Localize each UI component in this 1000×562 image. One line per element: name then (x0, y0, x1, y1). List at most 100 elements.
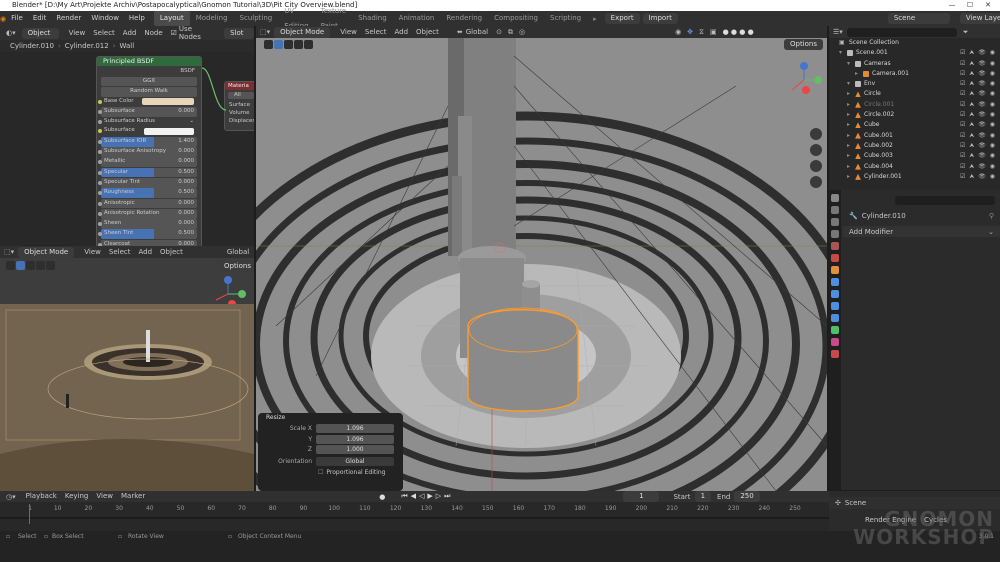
export-button[interactable]: Export (604, 13, 640, 24)
props-search-input[interactable] (895, 195, 995, 205)
outliner-row[interactable]: ▣ Scene Collection (829, 38, 1000, 48)
workspace-tab[interactable]: Modeling (190, 11, 234, 26)
view-layer-selector[interactable]: View Layer (959, 13, 1000, 24)
particles-tab-icon[interactable] (831, 290, 839, 298)
outliner-row[interactable]: ▸ Cube.004 ☑ ⮝ 👁 ◉ (829, 162, 1000, 172)
world-tab-icon[interactable] (831, 254, 839, 262)
proportional-icon[interactable]: ◎ (519, 28, 525, 36)
minimize-button[interactable]: — (944, 0, 960, 11)
outliner-row[interactable]: ▸ Circle.001 ☑ ⮝ 👁 ◉ (829, 100, 1000, 110)
expand-arrow-icon[interactable]: ▸ (847, 110, 850, 120)
outliner-row[interactable]: ▸ Cylinder.001 ☑ ⮝ 👁 ◉ (829, 172, 1000, 182)
orientation-dropdown[interactable]: Global (466, 28, 488, 36)
expand-arrow-icon[interactable]: ▾ (847, 79, 850, 89)
menu-add[interactable]: Add (134, 246, 156, 258)
visibility-controls-icon[interactable]: ☑ ⮝ 👁 ◉ (960, 100, 996, 110)
orientation-select[interactable]: Global (316, 457, 394, 466)
expand-arrow-icon[interactable]: ▸ (847, 120, 850, 130)
outliner-row[interactable]: ▸ Cube.001 ☑ ⮝ 👁 ◉ (829, 131, 1000, 141)
visibility-controls-icon[interactable]: ☑ ⮝ 👁 ◉ (960, 172, 996, 182)
select-subtract-icon[interactable] (36, 261, 45, 270)
expand-arrow-icon[interactable]: ▸ (847, 100, 850, 110)
outliner-row[interactable]: ▾ Cameras ☑ ⮝ 👁 ◉ (829, 59, 1000, 69)
visibility-controls-icon[interactable]: ☑ ⮝ 👁 ◉ (960, 141, 996, 151)
render-tab-icon[interactable] (831, 206, 839, 214)
visibility-controls-icon[interactable]: ☑ ⮝ 👁 ◉ (960, 151, 996, 161)
mode-dropdown[interactable]: Object Mode (18, 246, 75, 258)
visibility-controls-icon[interactable]: ☑ ⮝ 👁 ◉ (960, 110, 996, 120)
orientation-dropdown[interactable]: Global (227, 248, 249, 256)
end-frame-field[interactable]: 250 (734, 491, 760, 502)
visibility-controls-icon[interactable]: ☑ ⮝ 👁 ◉ (960, 48, 996, 58)
editor-type-icon[interactable]: ⬚▾ (260, 28, 270, 36)
editor-type-icon[interactable]: ⬚▾ (4, 248, 14, 256)
select-extend-icon[interactable] (26, 261, 35, 270)
object-tab-icon[interactable] (831, 266, 839, 274)
proportional-checkbox[interactable]: ☐ (318, 469, 323, 476)
camera-preview-viewport[interactable]: ⬚▾ Object Mode View Select Add Object Globa… (0, 246, 254, 491)
outliner-search-input[interactable] (846, 27, 957, 37)
menu-playback[interactable]: Playback (22, 491, 61, 502)
xray-icon[interactable]: ▣ (710, 28, 717, 36)
select-tool-icon[interactable] (264, 40, 273, 49)
select-intersect-icon[interactable] (304, 40, 313, 49)
nav-gizmo[interactable] (784, 60, 826, 190)
expand-arrow-icon[interactable]: ▸ (847, 151, 850, 161)
menu-add[interactable]: Add (390, 26, 412, 38)
menu-select[interactable]: Select (361, 26, 391, 38)
overlay-icon[interactable]: ⧖ (699, 28, 704, 37)
menu-window[interactable]: Window (86, 11, 124, 26)
menu-edit[interactable]: Edit (28, 11, 52, 26)
outliner-row[interactable]: ▾ Env ☑ ⮝ 👁 ◉ (829, 79, 1000, 89)
record-icon[interactable]: ● (379, 493, 385, 501)
outliner-row[interactable]: ▸ Cube ☑ ⮝ 👁 ◉ (829, 120, 1000, 130)
options-button[interactable]: Options (783, 39, 823, 50)
modifier-tab-icon[interactable] (831, 278, 839, 286)
tool-tab-icon[interactable] (831, 194, 839, 202)
menu-view[interactable]: View (336, 26, 361, 38)
add-modifier-dropdown[interactable]: Add Modifier ⌄ (843, 226, 1000, 237)
scale-z-field[interactable]: 1.000 (316, 445, 394, 454)
menu-object[interactable]: Object (156, 246, 187, 258)
select-tool-icon[interactable] (6, 261, 15, 270)
expand-arrow-icon[interactable]: ▸ (847, 172, 850, 182)
outliner-type-icon[interactable]: ☰▾ (833, 28, 843, 36)
menu-render[interactable]: Render (51, 11, 86, 26)
physics-tab-icon[interactable] (831, 302, 839, 310)
material-tab-icon[interactable] (831, 338, 839, 346)
menu-view[interactable]: View (80, 246, 105, 258)
workspace-arrow-icon[interactable]: ▸ (593, 15, 597, 23)
visibility-controls-icon[interactable]: ☑ ⮝ 👁 ◉ (960, 162, 996, 172)
outliner-row[interactable]: ▸ Circle ☑ ⮝ 👁 ◉ (829, 89, 1000, 99)
select-subtract-icon[interactable] (294, 40, 303, 49)
mode-dropdown[interactable]: Object Mode (274, 26, 331, 38)
scene-selector[interactable]: Scene (887, 13, 950, 24)
visibility-icon[interactable]: ◉ (675, 28, 681, 36)
output-tab-icon[interactable] (831, 218, 839, 226)
expand-arrow-icon[interactable]: ▾ (839, 48, 842, 58)
workspace-tab[interactable]: Sculpting (234, 11, 279, 26)
expand-arrow-icon[interactable]: ▸ (847, 89, 850, 99)
menu-select[interactable]: Select (105, 246, 135, 258)
visibility-controls-icon[interactable]: ☑ ⮝ 👁 ◉ (960, 59, 996, 69)
visibility-controls-icon[interactable]: ☑ ⮝ 👁 ◉ (960, 120, 996, 130)
expand-arrow-icon[interactable]: ▾ (847, 59, 850, 69)
menu-file[interactable]: File (6, 11, 28, 26)
visibility-controls-icon[interactable]: ☑ ⮝ 👁 ◉ (960, 69, 996, 79)
menu-object[interactable]: Object (412, 26, 443, 38)
outliner-row[interactable]: ▸ Circle.002 ☑ ⮝ 👁 ◉ (829, 110, 1000, 120)
expand-arrow-icon[interactable]: ▸ (847, 162, 850, 172)
menu-view[interactable]: View (92, 491, 117, 502)
snap-icon[interactable]: ⧉ (508, 28, 513, 37)
outliner-row[interactable]: ▸ Cube.003 ☑ ⮝ 👁 ◉ (829, 151, 1000, 161)
start-frame-field[interactable]: 1 (694, 491, 712, 502)
pin-icon[interactable]: ⚲ (989, 212, 994, 220)
workspace-tab[interactable]: Layout (153, 11, 190, 26)
expand-arrow-icon[interactable]: ▸ (847, 141, 850, 151)
workspace-tab[interactable]: Compositing (488, 11, 544, 26)
last-operator-panel[interactable]: Resize Scale X 1.096 Y 1.096 Z 1.000 Orient… (258, 413, 403, 491)
current-frame-field[interactable]: 1 (623, 491, 660, 502)
scale-x-field[interactable]: 1.096 (316, 424, 394, 433)
menu-help[interactable]: Help (124, 11, 150, 26)
pivot-icon[interactable]: ⊙ (496, 28, 502, 36)
